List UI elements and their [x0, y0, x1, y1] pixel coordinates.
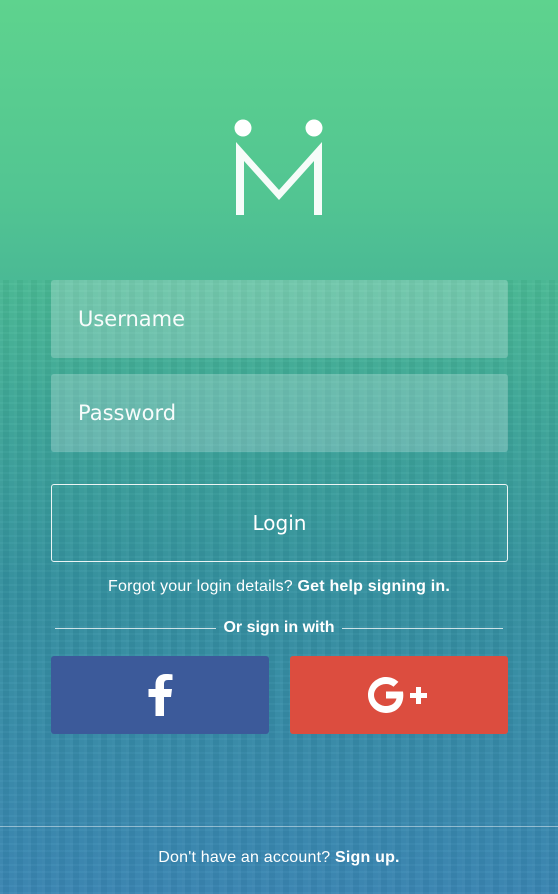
google-plus-login-button[interactable] [290, 656, 508, 734]
sign-up-link[interactable]: Sign up. [335, 849, 400, 866]
facebook-login-button[interactable] [51, 656, 269, 734]
signup-text: Don't have an account? [158, 849, 331, 866]
m-logo [234, 119, 323, 215]
divider-line-left [55, 627, 217, 629]
password-input[interactable] [51, 374, 508, 452]
username-input[interactable] [51, 280, 508, 358]
signup-row: Don't have an account? Sign up. [0, 849, 558, 867]
or-sign-in-with-label: Or sign in with [223, 619, 335, 636]
forgot-text: Forgot your login details? [108, 578, 293, 595]
divider-line-right [341, 627, 504, 629]
footer-divider [0, 826, 558, 827]
social-divider: Or sign in with [55, 618, 504, 638]
login-button[interactable]: Login [51, 484, 508, 562]
facebook-icon [148, 674, 173, 716]
get-help-link[interactable]: Get help signing in. [298, 578, 450, 595]
forgot-login-row: Forgot your login details? Get help sign… [0, 578, 558, 596]
google-plus-icon [368, 677, 427, 713]
